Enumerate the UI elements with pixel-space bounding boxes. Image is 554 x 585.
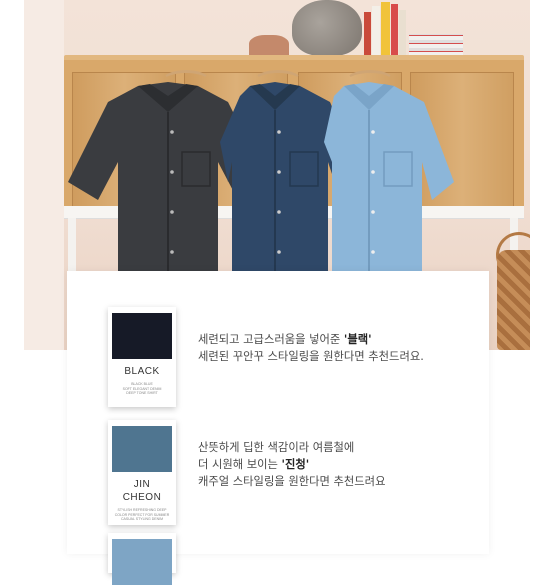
swatch-label: JIN CHEON [122, 479, 162, 503]
color-highlight: '블랙' [343, 333, 372, 346]
swatch-label: BLACK [124, 366, 160, 377]
vase [292, 0, 362, 56]
pot [249, 35, 289, 57]
color-info-card: BLACK BLACK BLUE SOFT ELEGANT DENIM DEEP… [67, 271, 489, 585]
color-description-jin-cheon: 산뜻하게 딥한 색감이라 여름철에 더 시원해 보이는 '진청' 캐주얼 스타일… [198, 441, 386, 488]
swatch-jin-cheon [112, 426, 172, 472]
swatch-yeon-cheon [112, 539, 172, 585]
swatch-caption: BLACK BLUE SOFT ELEGANT DENIM DEEP TONE … [122, 382, 162, 395]
wall [24, 0, 64, 350]
color-swatch-black: BLACK BLACK BLUE SOFT ELEGANT DENIM DEEP… [108, 307, 176, 407]
color-description-black: 세련되고 고급스러움을 넣어준 '블랙' 세련된 꾸안꾸 스타일링을 원한다면 … [198, 333, 424, 363]
basket [497, 250, 530, 350]
swatch-black [112, 313, 172, 359]
box-stack [409, 34, 463, 56]
color-swatch-yeon-cheon [108, 533, 176, 585]
swatch-caption: STYLISH REFRESHING DEEP COLOR PERFECT FO… [114, 508, 170, 521]
color-highlight: '진청' [281, 458, 310, 471]
color-swatch-jin-cheon: JIN CHEON STYLISH REFRESHING DEEP COLOR … [108, 420, 176, 525]
